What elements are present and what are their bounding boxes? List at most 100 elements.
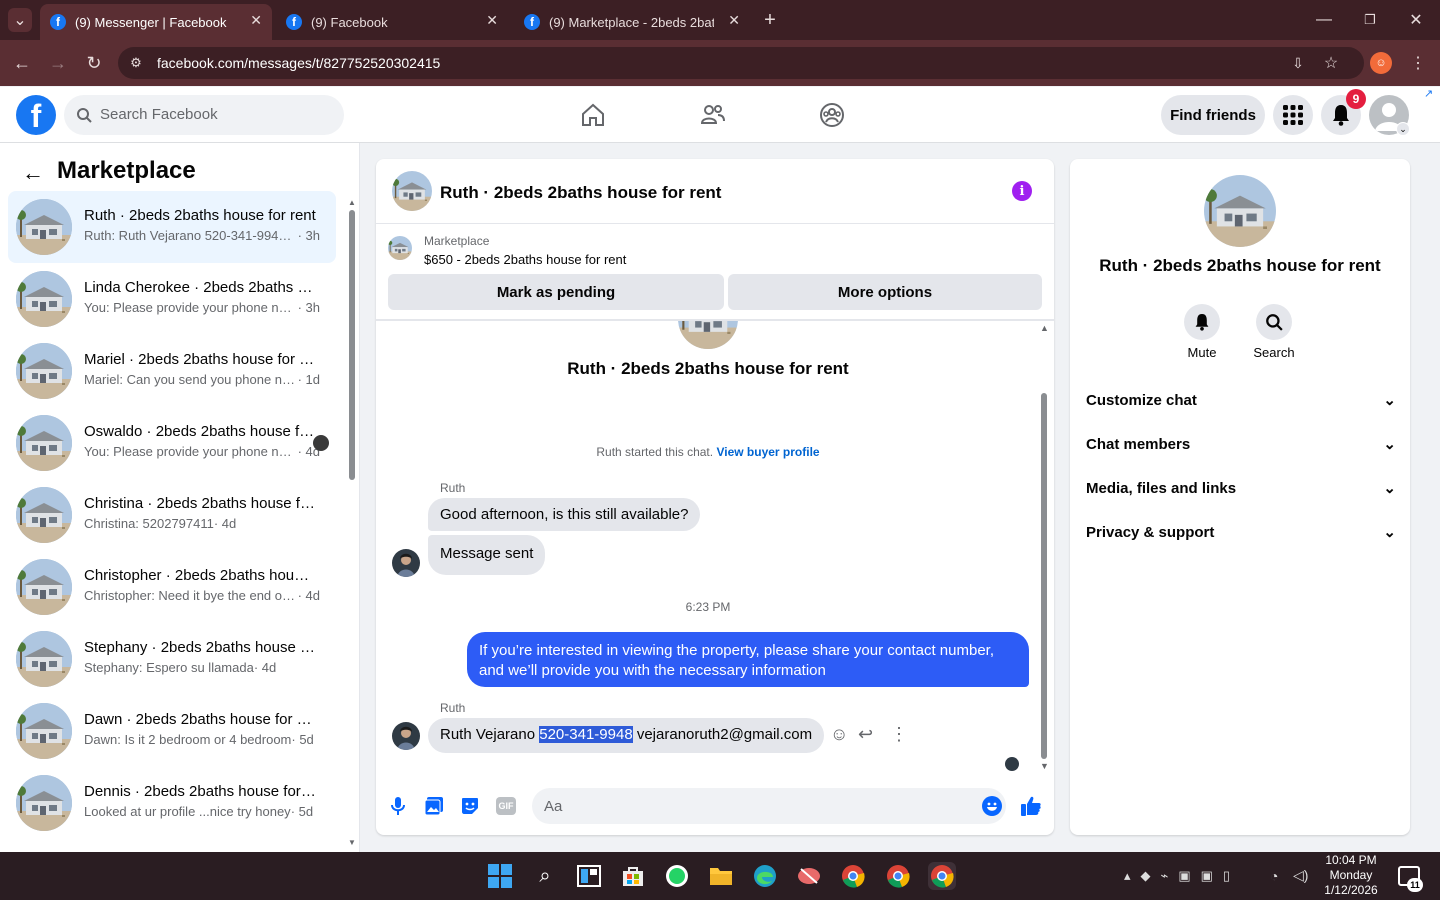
chat-title[interactable]: Ruth · 2beds 2baths house for rent [440, 183, 721, 203]
section-privacy-support[interactable]: Privacy & support ⌄ [1086, 523, 1396, 542]
search-bar[interactable]: Search Facebook [64, 95, 344, 135]
external-link-icon[interactable]: ↗ [1424, 87, 1440, 103]
microphone-icon[interactable] [390, 796, 406, 816]
wifi-icon[interactable]: ◔ [1270, 868, 1278, 884]
scroll-down-icon[interactable]: ▼ [1040, 761, 1049, 771]
mark-as-pending-button[interactable]: Mark as pending [388, 274, 724, 310]
tab-marketplace[interactable]: f (9) Marketplace - 2beds 2baths ✕ [514, 4, 750, 40]
conversation-item[interactable]: Dawn · 2beds 2baths house for rent Dawn: … [8, 695, 336, 767]
chrome-active-icon[interactable] [928, 862, 956, 890]
scroll-thumb[interactable] [349, 210, 355, 480]
address-bar[interactable]: ⚙ facebook.com/messages/t/82775252030241… [118, 47, 1364, 79]
chat-scrollbar[interactable]: ▲ ▼ [1038, 321, 1050, 773]
conversation-item[interactable]: Stephany · 2beds 2baths house for rent St… [8, 623, 336, 695]
chat-details-panel: Ruth · 2beds 2baths house for rent Mute … [1070, 159, 1410, 835]
incoming-message[interactable]: Message sent [428, 535, 546, 575]
chrome-icon[interactable] [839, 862, 867, 890]
conversation-thumbnail [16, 487, 72, 543]
chrome-profile-icon[interactable] [884, 862, 912, 890]
incoming-message-contact[interactable]: Ruth Vejarano 520-341-9948 vejaranoruth2… [428, 718, 825, 753]
photo-icon[interactable] [424, 796, 444, 816]
friends-icon[interactable] [700, 103, 726, 127]
sender-avatar[interactable] [392, 722, 420, 750]
conversation-item[interactable]: Christina · 2beds 2baths house for rent C… [8, 479, 336, 551]
home-icon[interactable] [580, 103, 606, 127]
conversation-thumbnail [16, 271, 72, 327]
info-icon[interactable]: i [1012, 181, 1032, 201]
close-tab-icon[interactable]: ✕ [728, 12, 740, 29]
reload-icon[interactable]: ↻ [82, 51, 106, 75]
more-actions-icon[interactable]: ⋮ [890, 724, 908, 745]
conversation-name: Christopher · 2beds 2baths house for ren… [84, 567, 316, 584]
forward-icon[interactable]: → [46, 51, 70, 75]
message-input[interactable]: Aa [532, 788, 1006, 824]
new-tab-icon[interactable]: + [758, 8, 782, 32]
mute-button[interactable] [1184, 304, 1220, 340]
sender-avatar[interactable] [392, 549, 420, 577]
install-app-icon[interactable]: ⇩ [1288, 53, 1308, 73]
reply-icon[interactable]: ↩ [858, 724, 873, 745]
tab-messenger[interactable]: f (9) Messenger | Facebook ✕ [40, 4, 272, 40]
profile-avatar-icon[interactable]: ☺ [1370, 52, 1392, 74]
file-explorer-icon[interactable] [707, 862, 735, 890]
scroll-down-icon[interactable]: ▼ [348, 838, 356, 847]
conversation-item[interactable]: Christopher · 2beds 2baths house for ren… [8, 551, 336, 623]
emoji-icon[interactable] [982, 796, 1002, 816]
back-arrow-icon[interactable]: ← [22, 160, 44, 186]
account-chevron-icon[interactable]: ⌄ [1396, 122, 1410, 136]
clock[interactable]: 10:04 PM Monday 1/12/2026 [1318, 853, 1384, 898]
tab-search-icon[interactable]: ⌄ [8, 8, 32, 32]
start-icon[interactable] [486, 862, 514, 890]
search-in-chat-button[interactable] [1256, 304, 1292, 340]
volume-icon[interactable]: ◁) [1293, 867, 1308, 884]
groups-icon[interactable] [819, 102, 845, 128]
thumbs-up-icon[interactable] [1020, 795, 1042, 817]
browser-menu-icon[interactable]: ⋮ [1406, 52, 1430, 74]
snipping-tool-icon[interactable] [795, 862, 823, 890]
details-avatar[interactable] [1204, 175, 1276, 247]
outgoing-message[interactable]: If you’re interested in viewing the prop… [467, 632, 1029, 687]
bookmark-star-icon[interactable]: ☆ [1321, 53, 1341, 73]
minimize-icon[interactable]: — [1312, 8, 1336, 32]
search-icon[interactable]: ⌕ [531, 862, 559, 890]
list-scrollbar[interactable]: ▲ ▼ [347, 198, 357, 848]
edge-icon[interactable] [751, 862, 779, 890]
profile-avatar[interactable] [678, 321, 738, 349]
restore-icon[interactable]: ❐ [1358, 8, 1382, 32]
conversation-item[interactable]: Mariel · 2beds 2baths house for rent Mari… [8, 335, 336, 407]
conversation-item[interactable]: Ruth · 2beds 2baths house for rent Ruth: … [8, 191, 336, 263]
scroll-thumb[interactable] [1041, 393, 1047, 759]
tab-facebook[interactable]: f (9) Facebook ✕ [276, 4, 508, 40]
close-tab-icon[interactable]: ✕ [250, 12, 262, 29]
sticker-icon[interactable] [460, 796, 480, 816]
site-info-icon[interactable]: ⚙ [126, 53, 146, 73]
section-customize-chat[interactable]: Customize chat ⌄ [1086, 391, 1396, 410]
conversation-item[interactable]: Dennis · 2beds 2baths house for rent Look… [8, 767, 336, 839]
listing-title[interactable]: $650 - 2beds 2baths house for rent [424, 252, 626, 267]
chat-header-avatar[interactable] [392, 171, 432, 211]
conversation-item[interactable]: Linda Cherokee · 2beds 2baths house for … [8, 263, 336, 335]
facebook-logo-icon[interactable]: f [16, 95, 56, 135]
section-chat-members[interactable]: Chat members ⌄ [1086, 435, 1396, 454]
store-icon[interactable] [619, 862, 647, 890]
find-friends-button[interactable]: Find friends [1161, 95, 1265, 135]
conversation-item[interactable]: Oswaldo · 2beds 2baths house for rent You… [8, 407, 336, 479]
system-tray-icons[interactable]: ▴◆⌁▣▣▯ [1124, 868, 1240, 884]
react-emoji-icon[interactable]: ☺ [830, 724, 848, 745]
widgets-icon[interactable] [575, 862, 603, 890]
gif-icon[interactable]: GIF [496, 797, 516, 815]
view-buyer-profile-link[interactable]: View buyer profile [716, 445, 819, 459]
close-tab-icon[interactable]: ✕ [486, 12, 498, 29]
menu-button[interactable] [1273, 95, 1313, 135]
close-window-icon[interactable]: ✕ [1404, 8, 1428, 32]
incoming-message[interactable]: Good afternoon, is this still available? [428, 498, 701, 531]
more-options-button[interactable]: More options [728, 274, 1042, 310]
listing-thumbnail[interactable] [388, 236, 412, 260]
search-icon [1266, 314, 1283, 331]
scroll-up-icon[interactable]: ▲ [348, 198, 356, 207]
whatsapp-icon[interactable] [663, 862, 691, 890]
back-icon[interactable]: ← [10, 51, 34, 75]
section-media-files-links[interactable]: Media, files and links ⌄ [1086, 479, 1396, 498]
scroll-up-icon[interactable]: ▲ [1040, 323, 1049, 333]
contact-email: vejaranoruth2@gmail.com [632, 726, 813, 743]
